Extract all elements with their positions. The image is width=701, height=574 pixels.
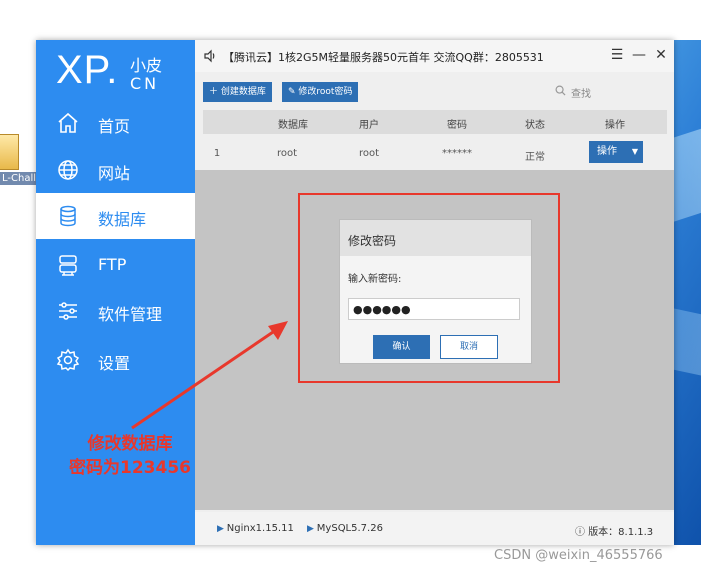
watermark: CSDN @weixin_46555766 bbox=[494, 548, 663, 563]
annotation-callout: 修改数据库 密码为123456 bbox=[50, 432, 210, 480]
callout-line: 密码为123456 bbox=[69, 458, 191, 478]
annotation-arrow-icon bbox=[131, 321, 288, 430]
callout-line: 修改数据库 bbox=[87, 434, 173, 454]
